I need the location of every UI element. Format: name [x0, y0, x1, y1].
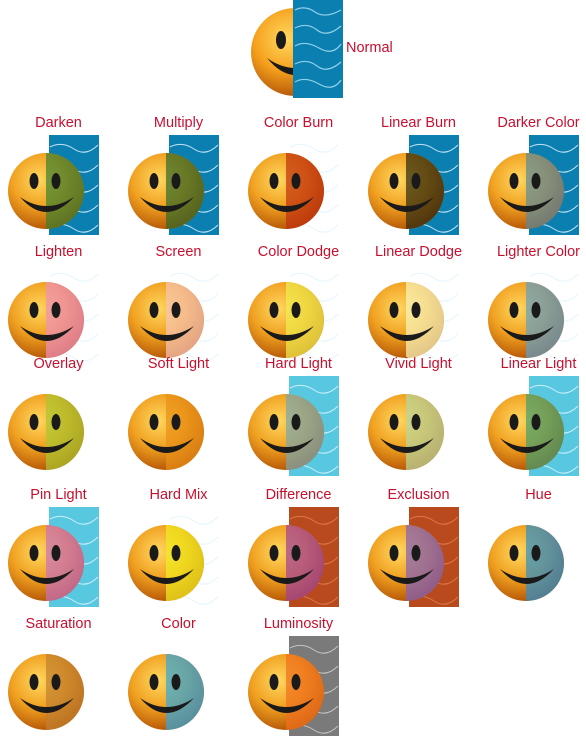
blend-sample-linear-burn: Linear Burn: [360, 115, 477, 235]
blend-mode-label: Hard Light: [265, 356, 332, 372]
blend-mode-label: Hard Mix: [149, 487, 208, 503]
blend-sample-exclusion: Exclusion: [360, 487, 477, 607]
blend-mode-label: Color Burn: [263, 115, 334, 131]
blend-mode-label: Darken: [35, 115, 82, 131]
blend-sample-overlay: Overlay: [0, 356, 117, 476]
blend-mode-label: Linear Light: [500, 356, 577, 372]
blend-mode-label: Darker Color: [497, 115, 580, 131]
blend-sample-linear-dodge: Linear Dodge: [360, 244, 477, 364]
blend-mode-label: Difference: [265, 487, 332, 503]
blend-mode-label: Lighten: [34, 244, 83, 260]
smiley-luminosity-blend-icon: [248, 636, 339, 736]
smiley-screen-blend-icon: [128, 272, 219, 362]
blend-mode-label: Screen: [155, 244, 202, 260]
smiley-darken-blend-icon: [8, 135, 99, 235]
smiley-linear-light-blend-icon: [488, 376, 579, 476]
blend-sample-luminosity: Luminosity: [240, 616, 357, 736]
smiley-hard-mix-blend-icon: [128, 515, 219, 605]
blend-mode-label: Saturation: [25, 616, 92, 632]
blend-sample-hue: Hue: [480, 487, 586, 607]
smiley-overlay-blend-icon: [8, 394, 84, 470]
smiley-linear-burn-blend-icon: [368, 135, 459, 235]
blend-sample-soft-light: Soft Light: [120, 356, 237, 476]
smiley-vivid-light-blend-icon: [368, 394, 444, 470]
blend-sample-multiply: Multiply: [120, 115, 237, 235]
normal-label: Normal: [346, 40, 393, 56]
blend-mode-label: Overlay: [33, 356, 84, 372]
blend-sample-vivid-light: Vivid Light: [360, 356, 477, 476]
smiley-lighten-blend-icon: [8, 272, 99, 362]
smiley-darker-color-blend-icon: [488, 135, 579, 235]
smiley-hue-blend-icon: [488, 525, 564, 601]
blend-mode-label: Color Dodge: [257, 244, 340, 260]
smiley-color-dodge-blend-icon: [248, 272, 339, 362]
blend-mode-label: Exclusion: [387, 487, 450, 503]
blend-sample-difference: Difference: [240, 487, 357, 607]
blend-sample-screen: Screen: [120, 244, 237, 364]
blend-mode-label: Soft Light: [147, 356, 210, 372]
blend-mode-label: Linear Burn: [381, 115, 456, 131]
blend-sample-color-dodge: Color Dodge: [240, 244, 357, 364]
smiley-exclusion-blend-icon: [368, 507, 459, 607]
blend-sample-darken: Darken: [0, 115, 117, 235]
blend-mode-label: Lighter Color: [496, 244, 580, 260]
smiley-color-burn-blend-icon: [248, 143, 339, 233]
smiley-multiply-blend-icon: [128, 135, 219, 235]
blend-sample-lighten: Lighten: [0, 244, 117, 364]
blend-sample-hard-light: Hard Light: [240, 356, 357, 476]
smiley-color-blend-icon: [128, 654, 204, 730]
blend-sample-pin-light: Pin Light: [0, 487, 117, 607]
blend-sample-linear-light: Linear Light: [480, 356, 586, 476]
blend-sample-lighter-color: Lighter Color: [480, 244, 586, 364]
blend-mode-label: Luminosity: [263, 616, 334, 632]
blend-sample-saturation: Saturation: [0, 616, 117, 736]
blend-mode-label: Vivid Light: [385, 356, 452, 372]
blend-mode-label: Hue: [525, 487, 552, 503]
blend-sample-darker-color: Darker Color: [480, 115, 586, 235]
smiley-hard-light-blend-icon: [248, 376, 339, 476]
smiley-pin-light-blend-icon: [8, 507, 99, 607]
smiley-linear-dodge-blend-icon: [368, 272, 459, 362]
smiley-difference-blend-icon: [248, 507, 339, 607]
blend-sample-color: Color: [120, 616, 237, 736]
smiley-normal-icon: [251, 0, 343, 98]
smiley-lighter-color-blend-icon: [488, 272, 579, 362]
blend-mode-label: Linear Dodge: [374, 244, 463, 260]
smiley-soft-light-blend-icon: [128, 394, 204, 470]
blend-mode-label: Color: [161, 616, 196, 632]
blend-mode-label: Multiply: [153, 115, 204, 131]
blend-sample-color-burn: Color Burn: [240, 115, 357, 235]
blend-sample-hard-mix: Hard Mix: [120, 487, 237, 607]
smiley-saturation-blend-icon: [8, 654, 84, 730]
blend-mode-label: Pin Light: [30, 487, 87, 503]
